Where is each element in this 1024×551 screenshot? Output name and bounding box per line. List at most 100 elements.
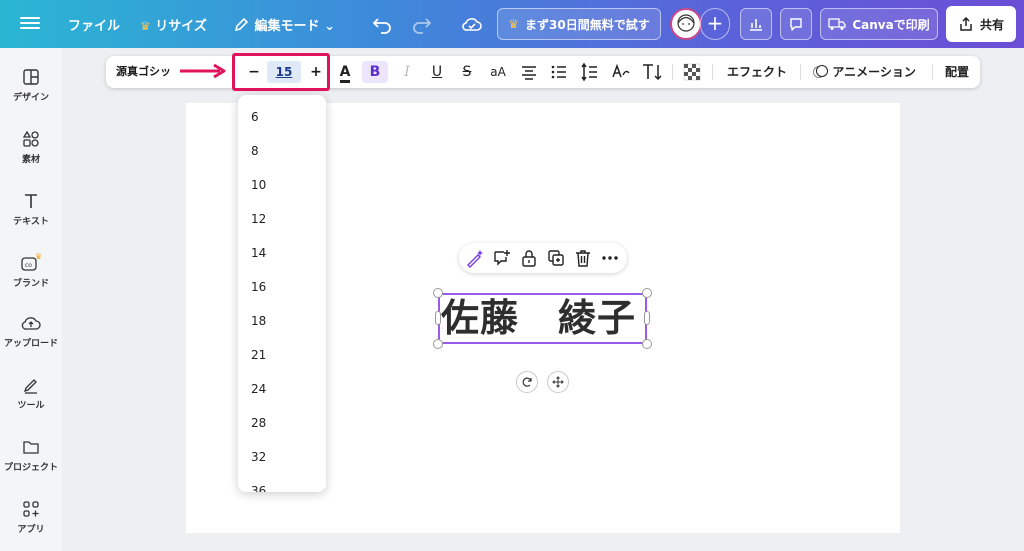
plus-icon: +: [706, 11, 724, 35]
apps-icon: [23, 501, 39, 517]
font-size-option[interactable]: 12: [251, 209, 266, 229]
crown-icon: ♛: [508, 17, 520, 31]
sidebar-item-design[interactable]: デザイン: [0, 68, 62, 126]
text-toolbar: 源真ゴシッ − 15 + A B I U S aA エフェクト アニメーション …: [106, 53, 980, 91]
vertical-text-icon[interactable]: [640, 61, 664, 83]
share-upload-icon: [960, 16, 972, 31]
user-avatar-icon: [677, 14, 695, 32]
text-color-button[interactable]: A: [334, 61, 356, 83]
free-trial-button[interactable]: ♛ まず30日間無料で試す: [497, 8, 661, 40]
sidebar-item-apps[interactable]: アプリ: [0, 500, 62, 551]
rotate-icon: [522, 377, 532, 387]
transparency-icon[interactable]: [682, 61, 702, 83]
text-color-icon: A: [339, 64, 351, 83]
toolbar-divider: [800, 64, 801, 80]
resize-handle-left[interactable]: [435, 311, 441, 325]
add-comment-icon[interactable]: [492, 248, 512, 268]
font-size-option[interactable]: 24: [251, 379, 266, 399]
font-size-option[interactable]: 18: [251, 311, 266, 331]
align-center-icon[interactable]: [518, 61, 540, 83]
chevron-down-icon: ⌄: [324, 19, 335, 34]
toolbar-divider: [672, 64, 673, 80]
position-button[interactable]: 配置: [942, 61, 972, 83]
effects-button[interactable]: エフェクト: [726, 61, 788, 83]
left-sidebar: デザイン 素材 テキスト co ♛ ブランド アップロード ツール プロジェクト …: [0, 48, 62, 551]
share-button[interactable]: 共有: [946, 6, 1016, 42]
truck-icon: [828, 18, 846, 30]
resize-handle-bottom-right[interactable]: [642, 339, 652, 349]
sidebar-item-upload[interactable]: アップロード: [0, 314, 62, 372]
font-size-option[interactable]: 16: [251, 277, 266, 297]
font-size-option[interactable]: 6: [251, 107, 259, 127]
comments-button[interactable]: [780, 8, 812, 40]
svg-text:co: co: [25, 262, 32, 269]
font-size-control-highlight: − 15 +: [232, 53, 330, 91]
move-button[interactable]: [547, 371, 569, 393]
hamburger-menu-icon[interactable]: [20, 14, 40, 34]
cloud-saved-icon[interactable]: [460, 12, 484, 36]
layout-icon: [23, 69, 39, 85]
selected-text-element[interactable]: 佐藤 綾子: [441, 294, 647, 342]
sidebar-item-brand[interactable]: co ♛ ブランド: [0, 252, 62, 310]
crown-icon: ♛: [140, 19, 151, 33]
text-icon: [25, 194, 37, 208]
bold-button[interactable]: B: [362, 61, 388, 83]
font-size-dropdown[interactable]: 6 8 10 12 14 16 18 21 24 28 32 36: [238, 95, 326, 492]
strikethrough-button[interactable]: S: [456, 61, 478, 83]
top-bar: ファイル ♛ リサイズ 編集モード ⌄ ♛ まず30日間無料で試す + Canva…: [0, 0, 1024, 48]
text-effects-curve-icon[interactable]: [610, 61, 632, 83]
resize-handle-top-right[interactable]: [642, 288, 652, 298]
element-quick-actions: [459, 243, 627, 273]
font-family-selector[interactable]: 源真ゴシッ: [110, 60, 180, 84]
resize-button[interactable]: ♛ リサイズ: [140, 15, 207, 34]
comment-icon: [790, 18, 802, 31]
italic-button[interactable]: I: [396, 61, 418, 83]
animation-circles-icon: [816, 65, 829, 77]
font-size-input[interactable]: 15: [267, 61, 301, 83]
underline-button[interactable]: U: [426, 61, 448, 83]
magic-edit-icon[interactable]: [465, 248, 485, 268]
resize-handle-bottom-left[interactable]: [433, 339, 443, 349]
increase-font-size-button[interactable]: +: [305, 63, 327, 81]
resize-handle-right[interactable]: [644, 311, 650, 325]
toolbar-divider: [712, 64, 713, 80]
lock-icon[interactable]: [519, 248, 539, 268]
font-size-option[interactable]: 8: [251, 141, 259, 161]
letter-case-button[interactable]: aA: [486, 61, 510, 83]
bullet-list-icon[interactable]: [548, 61, 570, 83]
duplicate-icon[interactable]: [546, 248, 566, 268]
move-arrows-icon: [552, 376, 564, 388]
font-size-option[interactable]: 21: [251, 345, 266, 365]
brand-icon: co♛: [21, 252, 42, 271]
decrease-font-size-button[interactable]: −: [243, 63, 265, 81]
font-size-option[interactable]: 32: [251, 447, 266, 467]
font-size-option[interactable]: 28: [251, 413, 266, 433]
avatar[interactable]: [670, 8, 702, 40]
font-size-option[interactable]: 14: [251, 243, 266, 263]
rotate-button[interactable]: [516, 371, 538, 393]
print-button[interactable]: Canvaで印刷: [820, 8, 938, 40]
insights-button[interactable]: [740, 8, 772, 40]
redo-icon[interactable]: [410, 12, 434, 36]
toolbar-divider: [932, 64, 933, 80]
bar-chart-icon: [750, 19, 762, 31]
svg-text:♛: ♛: [35, 252, 42, 261]
add-member-button[interactable]: +: [700, 8, 730, 40]
sidebar-item-text[interactable]: テキスト: [0, 192, 62, 250]
animation-button[interactable]: アニメーション: [812, 61, 920, 83]
undo-icon[interactable]: [370, 12, 394, 36]
more-options-icon[interactable]: [600, 248, 620, 268]
trash-icon[interactable]: [573, 248, 593, 268]
sidebar-item-projects[interactable]: プロジェクト: [0, 438, 62, 496]
edit-mode-dropdown[interactable]: 編集モード ⌄: [234, 15, 335, 34]
annotation-arrow-icon: [180, 63, 226, 79]
sidebar-item-tools[interactable]: ツール: [0, 376, 62, 434]
line-spacing-icon[interactable]: [578, 61, 600, 83]
file-menu[interactable]: ファイル: [68, 15, 120, 34]
resize-handle-top-left[interactable]: [433, 288, 443, 298]
shapes-icon: [22, 130, 39, 147]
font-size-option[interactable]: 36: [251, 481, 266, 492]
sidebar-item-elements[interactable]: 素材: [0, 130, 62, 188]
pen-icon: [23, 379, 37, 394]
font-size-option[interactable]: 10: [251, 175, 266, 195]
